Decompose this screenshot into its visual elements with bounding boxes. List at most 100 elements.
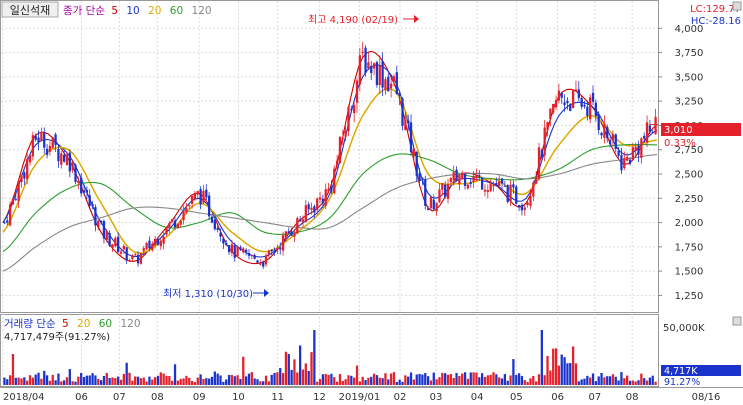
low-annotation: 최저 1,310 (10/30) bbox=[163, 288, 253, 300]
volume-panel-control[interactable] bbox=[732, 316, 742, 326]
volume-bar bbox=[634, 381, 637, 385]
volume-bar bbox=[526, 381, 529, 385]
candle-body bbox=[216, 227, 219, 230]
volume-bar bbox=[57, 373, 60, 385]
volume-bar bbox=[159, 372, 162, 385]
candle-body bbox=[190, 196, 194, 204]
time-tick-label: 08 bbox=[151, 392, 164, 403]
volume-bar bbox=[134, 376, 137, 385]
candle-body bbox=[102, 221, 106, 239]
candle-body bbox=[153, 238, 157, 246]
candle-body bbox=[472, 176, 475, 182]
volume-bar bbox=[327, 374, 330, 385]
volume-bar bbox=[435, 379, 438, 385]
candle-body bbox=[134, 254, 137, 256]
candle-body bbox=[384, 79, 387, 91]
candle-body bbox=[68, 152, 71, 172]
volume-bar bbox=[307, 370, 310, 385]
volume-bar bbox=[185, 375, 188, 385]
volume-bar bbox=[293, 359, 296, 385]
candle-body bbox=[543, 127, 546, 156]
volume-bar bbox=[461, 373, 464, 385]
volume-axis-label: 50,000K bbox=[663, 323, 705, 334]
candle-body bbox=[74, 164, 77, 182]
candle-body bbox=[91, 204, 94, 207]
volume-bar bbox=[179, 378, 182, 385]
ma-legend-60: 60 bbox=[170, 5, 183, 17]
price-tick-label: 1,750 bbox=[675, 242, 704, 253]
volume-bar bbox=[586, 375, 589, 385]
candle-body bbox=[492, 184, 495, 187]
candle-body bbox=[111, 244, 114, 249]
volume-bar bbox=[358, 381, 361, 385]
candle-body bbox=[569, 103, 572, 111]
volume-bar bbox=[446, 374, 450, 385]
volume-bar bbox=[244, 376, 248, 385]
candle-body bbox=[128, 260, 131, 262]
volume-bar bbox=[492, 372, 495, 385]
candle-body bbox=[316, 198, 319, 210]
volume-bar bbox=[375, 375, 379, 385]
time-tick-label: 11 bbox=[271, 392, 284, 403]
price-tick-label: 3,500 bbox=[675, 72, 704, 83]
candle-body bbox=[8, 204, 12, 226]
volume-bar bbox=[566, 363, 569, 385]
stock-chart[interactable]: 1,2501,5001,7502,0002,2502,5002,7503,000… bbox=[0, 0, 743, 405]
volume-bar bbox=[571, 346, 575, 385]
candle-body bbox=[301, 219, 305, 223]
candle-body bbox=[529, 195, 532, 206]
volume-bar bbox=[208, 378, 211, 385]
candle-body bbox=[37, 137, 40, 143]
candle-body bbox=[375, 62, 379, 86]
candle-body bbox=[480, 178, 484, 190]
candle-body bbox=[392, 76, 396, 82]
candle-body bbox=[105, 231, 108, 241]
volume-bar bbox=[128, 372, 131, 385]
volume-bar bbox=[54, 380, 57, 385]
volume-bar bbox=[324, 374, 327, 385]
price-panel-control[interactable] bbox=[732, 1, 742, 11]
candle-body bbox=[611, 134, 615, 141]
volume-bar bbox=[466, 378, 470, 385]
candle-body bbox=[626, 156, 629, 161]
volume-bar bbox=[552, 348, 555, 385]
candle-body bbox=[387, 76, 390, 92]
candle-body bbox=[139, 253, 143, 264]
volume-bar bbox=[389, 373, 393, 385]
volume-bar bbox=[105, 373, 108, 385]
volume-bar bbox=[475, 372, 478, 385]
candle-body bbox=[3, 222, 6, 224]
volume-bar bbox=[361, 376, 364, 385]
volume-bar bbox=[640, 373, 643, 385]
candle-body bbox=[535, 176, 538, 184]
volume-bar bbox=[455, 373, 458, 385]
volume-bar bbox=[330, 373, 333, 385]
volume-bar bbox=[603, 377, 606, 385]
candle-body bbox=[117, 236, 120, 253]
volume-bar bbox=[321, 374, 325, 385]
volume-bar bbox=[171, 380, 174, 385]
volume-bar bbox=[276, 372, 279, 385]
candle-body bbox=[469, 182, 472, 184]
time-tick-label: 08/16 bbox=[692, 392, 721, 403]
price-axis: 1,2501,5001,7502,0002,2502,5002,7503,000… bbox=[658, 24, 703, 302]
volume-bar bbox=[478, 377, 481, 385]
time-tick-label: 05 bbox=[510, 392, 523, 403]
candle-body bbox=[85, 190, 89, 193]
candle-body bbox=[344, 131, 347, 137]
candle-body bbox=[276, 248, 279, 251]
volume-bar bbox=[583, 378, 586, 385]
candle-body bbox=[171, 219, 174, 222]
volume-bar bbox=[546, 356, 549, 385]
volume-bar bbox=[145, 381, 148, 385]
candle-body bbox=[603, 123, 606, 138]
volume-bar bbox=[387, 379, 390, 385]
candle-body bbox=[620, 155, 623, 171]
volume-bar bbox=[480, 373, 484, 385]
candle-body bbox=[455, 169, 458, 181]
candle-body bbox=[11, 198, 15, 205]
candle-body bbox=[645, 122, 649, 143]
candle-body bbox=[28, 155, 32, 163]
volume-bar bbox=[335, 381, 339, 385]
candle-body bbox=[458, 175, 461, 185]
